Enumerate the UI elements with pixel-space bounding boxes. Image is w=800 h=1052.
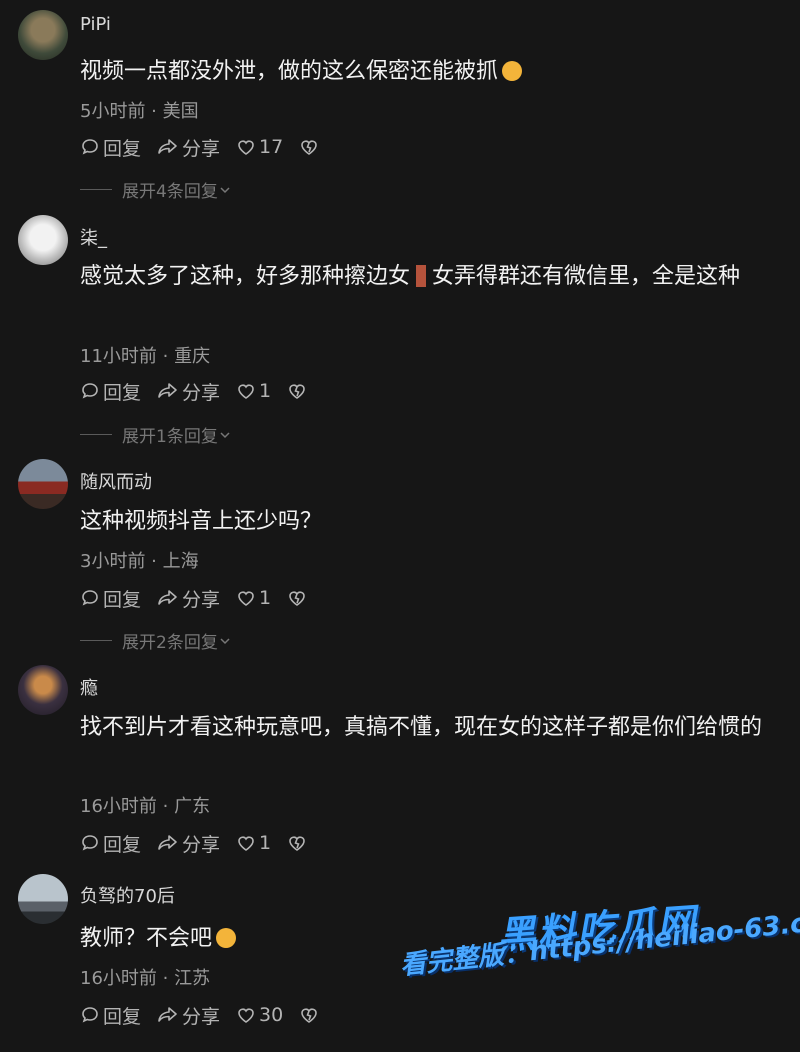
share-arrow-icon [158, 835, 177, 850]
chat-bubble-icon [82, 139, 98, 155]
like-count: 1 [259, 832, 272, 854]
heart-icon [238, 836, 254, 851]
avatar[interactable] [18, 874, 68, 924]
dislike-button[interactable] [299, 137, 322, 157]
chevron-down-icon [220, 637, 230, 644]
dislike-button[interactable] [287, 588, 310, 608]
expand-replies-label: 展开2条回复 [122, 633, 218, 653]
share-label: 分享 [182, 833, 221, 856]
avatar[interactable] [18, 459, 68, 509]
brick-emoji-icon [416, 265, 427, 287]
avatar[interactable] [18, 665, 68, 715]
comment-text: 找不到片才看这种玩意吧，真搞不懂，现在女的这样子都是你们给惯的 [80, 715, 763, 740]
comment-meta: 16小时前 · 江苏 [80, 968, 211, 989]
heart-icon [238, 1008, 254, 1023]
comment-text: 感觉太多了这种，好多那种擦边女 女弄得群还有微信里，全是这种 [80, 258, 785, 296]
share-arrow-icon [158, 139, 177, 154]
reply-button[interactable]: 回复 [80, 134, 141, 161]
comment-actions: 回复 分享 1 [80, 830, 326, 856]
username[interactable]: 瘾 [80, 674, 98, 700]
broken-heart-icon [289, 836, 305, 851]
reply-button[interactable]: 回复 [80, 378, 141, 405]
username[interactable]: 负驽的70后 [80, 882, 175, 908]
chat-bubble-icon [82, 1007, 98, 1023]
broken-heart-icon [301, 1008, 318, 1023]
comment-text-body: 教师？不会吧 [80, 926, 213, 951]
comment-meta: 11小时前 · 重庆 [80, 346, 211, 367]
comment-actions: 回复 分享 1 [80, 378, 326, 404]
chevron-down-icon [220, 431, 230, 438]
comment-text-body: 视频一点都没外泄，做的这么保密还能被抓 [80, 59, 499, 84]
chat-bubble-icon [82, 590, 98, 606]
reply-label: 回复 [103, 1005, 142, 1028]
comment-actions: 回复 分享 30 [80, 1002, 338, 1028]
comment-text: 这种视频抖音上还少吗？ [80, 509, 323, 534]
share-button[interactable]: 分享 [157, 134, 220, 161]
share-button[interactable]: 分享 [157, 378, 220, 405]
username[interactable]: PiPi [80, 14, 111, 35]
comment-meta: 3小时前 · 上海 [80, 551, 199, 572]
share-button[interactable]: 分享 [157, 585, 220, 612]
expand-replies-button[interactable]: 展开2条回复 [80, 628, 232, 653]
chat-bubble-icon [82, 835, 98, 851]
dislike-button[interactable] [287, 833, 310, 853]
avatar[interactable] [18, 10, 68, 60]
comment-text-body: 感觉太多了这种，好多那种擦边女 [80, 264, 411, 289]
dislike-button[interactable] [299, 1005, 322, 1025]
dislike-button[interactable] [287, 381, 310, 401]
like-count: 30 [259, 1004, 284, 1026]
broken-heart-icon [289, 591, 305, 606]
reply-label: 回复 [103, 137, 142, 160]
expand-replies-button[interactable]: 展开1条回复 [80, 422, 232, 447]
comment-text: 视频一点都没外泄，做的这么保密还能被抓 [80, 53, 785, 91]
expand-replies-label: 展开4条回复 [122, 182, 218, 202]
comment-meta: 16小时前 · 广东 [80, 796, 211, 817]
broken-heart-icon [301, 140, 318, 155]
like-button[interactable]: 1 [236, 587, 271, 609]
divider [80, 434, 112, 435]
comment-text-body: 女弄得群还有微信里，全是这种 [432, 264, 741, 289]
share-arrow-icon [158, 1007, 177, 1022]
like-button[interactable]: 1 [236, 380, 271, 402]
chat-bubble-icon [82, 383, 98, 399]
reply-button[interactable]: 回复 [80, 830, 141, 857]
heart-icon [238, 140, 254, 155]
share-label: 分享 [182, 1005, 221, 1028]
reply-label: 回复 [103, 381, 142, 404]
username[interactable]: 随风而动 [80, 468, 152, 494]
chevron-down-icon [220, 186, 230, 193]
share-label: 分享 [182, 588, 221, 611]
share-arrow-icon [158, 383, 177, 398]
reply-label: 回复 [103, 588, 142, 611]
like-button[interactable]: 1 [236, 832, 271, 854]
like-count: 1 [259, 380, 272, 402]
comment-actions: 回复 分享 17 [80, 134, 338, 160]
reply-button[interactable]: 回复 [80, 1002, 141, 1029]
username[interactable]: 柒_ [80, 224, 107, 250]
heart-icon [238, 591, 254, 606]
tears-of-joy-emoji-icon [216, 928, 237, 948]
reply-label: 回复 [103, 833, 142, 856]
share-arrow-icon [158, 590, 177, 605]
like-button[interactable]: 17 [236, 136, 283, 158]
reply-button[interactable]: 回复 [80, 585, 141, 612]
laughing-emoji-icon [502, 61, 523, 81]
share-label: 分享 [182, 381, 221, 404]
like-count: 17 [259, 136, 284, 158]
comment-meta: 5小时前 · 美国 [80, 101, 199, 122]
share-button[interactable]: 分享 [157, 1002, 220, 1029]
divider [80, 640, 112, 641]
share-label: 分享 [182, 137, 221, 160]
expand-replies-button[interactable]: 展开4条回复 [80, 177, 232, 202]
share-button[interactable]: 分享 [157, 830, 220, 857]
like-count: 1 [259, 587, 272, 609]
avatar[interactable] [18, 215, 68, 265]
expand-replies-label: 展开1条回复 [122, 427, 218, 447]
comment-actions: 回复 分享 1 [80, 585, 326, 611]
like-button[interactable]: 30 [236, 1004, 283, 1026]
broken-heart-icon [289, 384, 305, 399]
divider [80, 189, 112, 190]
heart-icon [238, 384, 254, 399]
